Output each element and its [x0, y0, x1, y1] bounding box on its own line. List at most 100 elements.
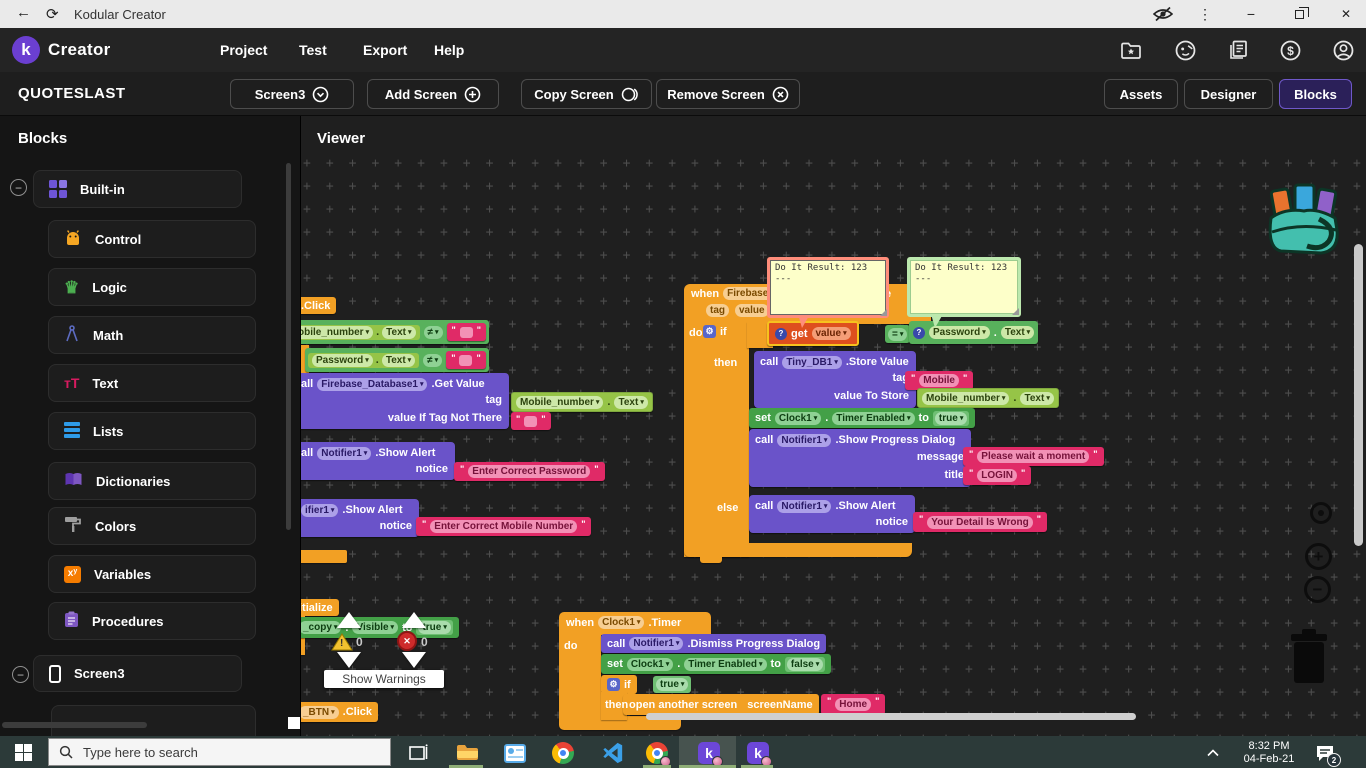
resize-grip[interactable]: [1012, 308, 1019, 315]
var-dropdown[interactable]: Mobile_number▾: [516, 396, 603, 409]
operator-dropdown[interactable]: ≠▾: [423, 354, 442, 367]
block-mobile-number-text[interactable]: Mobile_number▾ . Text▾: [917, 388, 1059, 408]
builtin-collapse-button[interactable]: −: [10, 179, 27, 196]
do-it-result-bubble-left[interactable]: Do It Result: 123 ---: [767, 257, 889, 318]
chrome-icon[interactable]: [551, 741, 575, 765]
block-open-another-screen[interactable]: open another screen screenName: [623, 694, 819, 715]
block-text-please-wait[interactable]: "Please wait a moment": [963, 447, 1104, 466]
block-compare-password[interactable]: Password▾ . Text▾ ≠▾ "": [305, 348, 489, 372]
sidebar-item-text[interactable]: тT Text: [48, 364, 256, 402]
menu-help[interactable]: Help: [434, 42, 464, 58]
block-dismiss-progress[interactable]: call Notifier1▾ .Dismiss Progress Dialog: [601, 634, 826, 653]
block-notifier-showalert-3[interactable]: call Notifier1▾ .Show Alert notice: [749, 495, 915, 533]
var-dropdown[interactable]: value▾: [812, 327, 851, 340]
var-dropdown[interactable]: _BTN▾: [300, 706, 339, 719]
var-dropdown[interactable]: Mobile_number▾: [922, 392, 1009, 405]
sidebar-item-lists[interactable]: Lists: [48, 412, 256, 450]
empty-string-block[interactable]: "": [446, 351, 486, 369]
community-icon[interactable]: [1173, 38, 1197, 62]
designer-button[interactable]: Designer: [1184, 79, 1273, 109]
block-password-text[interactable]: ? Password▾ . Text▾: [909, 321, 1038, 344]
minimize-button[interactable]: −: [1236, 0, 1266, 28]
sidebar-item-partial[interactable]: [51, 705, 256, 736]
var-dropdown[interactable]: Password▾: [312, 354, 373, 367]
arrow-up-icon[interactable]: [337, 612, 361, 628]
block-tinydb-storevalue[interactable]: call Tiny_DB1▾ .Store Value tag value To…: [754, 351, 916, 408]
component-dropdown[interactable]: Clock1▾: [627, 658, 673, 671]
text-value[interactable]: Enter Correct Password: [468, 465, 590, 478]
block-text-login[interactable]: "LOGIN": [963, 466, 1031, 485]
arrow-down-icon[interactable]: [337, 652, 361, 668]
component-dropdown[interactable]: Tiny_DB1▾: [782, 356, 841, 369]
kodular-app-icon-active[interactable]: k: [697, 741, 721, 765]
taskbar-search-input[interactable]: Type here to search: [48, 738, 391, 766]
prop-dropdown[interactable]: Text▾: [614, 396, 647, 409]
empty-text-socket[interactable]: [459, 355, 472, 366]
show-warnings-button[interactable]: Show Warnings: [324, 670, 444, 688]
empty-text-socket[interactable]: [524, 416, 537, 427]
prop-dropdown[interactable]: Text▾: [382, 354, 415, 367]
block-firebase-getvalue[interactable]: all Firebase_Database1▾ .Get Value tag v…: [300, 373, 509, 429]
start-button[interactable]: [11, 740, 35, 764]
error-circle-icon[interactable]: ✕: [397, 631, 417, 651]
eye-off-icon[interactable]: [1148, 0, 1178, 28]
block-set-visible-true[interactable]: _copy▾ . Visible▾ to true▾: [300, 617, 459, 638]
component-dropdown[interactable]: Clock1▾: [598, 616, 644, 629]
mail-app-icon[interactable]: [503, 741, 527, 765]
sidebar-item-dictionaries[interactable]: Dictionaries: [48, 462, 256, 500]
projects-folder-icon[interactable]: [1119, 38, 1143, 62]
notification-icon[interactable]: 2: [1313, 741, 1337, 765]
property-getter[interactable]: obile_number▾ . Text▾: [300, 325, 420, 340]
block-true-value[interactable]: true▾: [653, 676, 691, 693]
block-btn-click-partial[interactable]: _BTN▾ .Click: [300, 702, 378, 722]
screen-selector[interactable]: Screen3: [230, 79, 354, 109]
property-getter[interactable]: Password▾ . Text▾: [308, 353, 419, 368]
block-compare-mobile[interactable]: obile_number▾ . Text▾ ≠▾ "": [300, 320, 489, 344]
sidebar-vertical-scrollbar[interactable]: [286, 163, 291, 530]
block-click-partial[interactable]: .Click: [300, 297, 336, 314]
var-dropdown[interactable]: obile_number▾: [300, 326, 373, 339]
block-true-value[interactable]: true▾: [933, 411, 969, 426]
param-tag[interactable]: tag: [706, 304, 729, 317]
arrow-down-icon[interactable]: [402, 652, 426, 668]
blocks-button[interactable]: Blocks: [1279, 79, 1352, 109]
block-initialize-partial[interactable]: itialize: [300, 599, 339, 616]
sidebar-horizontal-scrollbar[interactable]: [2, 722, 147, 728]
operator-dropdown[interactable]: ≠▾: [424, 326, 443, 339]
screen3-collapse-button[interactable]: −: [12, 666, 29, 683]
back-icon[interactable]: ←: [16, 4, 31, 21]
prop-dropdown[interactable]: Text▾: [1020, 392, 1053, 405]
empty-text-socket[interactable]: [460, 327, 473, 338]
do-it-result-bubble-right[interactable]: Do It Result: 123 ---: [907, 257, 1021, 317]
resize-grip[interactable]: [880, 309, 887, 316]
help-icon[interactable]: ?: [775, 328, 787, 340]
viewer-vertical-scrollbar[interactable]: [1354, 244, 1363, 546]
sidebar-item-variables[interactable]: xy Variables: [48, 555, 256, 593]
mutator-gear-icon[interactable]: ⚙: [703, 325, 716, 338]
block-set-clock-timer-true[interactable]: set Clock1▾ . Timer Enabled▾ to true▾: [749, 408, 975, 428]
sidebar-item-math[interactable]: Math: [48, 316, 256, 354]
component-dropdown[interactable]: Notifier1▾: [629, 637, 683, 650]
sidebar-item-builtin[interactable]: Built-in: [33, 170, 242, 208]
docs-icon[interactable]: [1226, 38, 1250, 62]
component-dropdown[interactable]: Clock1▾: [775, 412, 821, 425]
block-set-clock-timer-false[interactable]: set Clock1▾ . Timer Enabled▾ to false▾: [601, 654, 831, 674]
account-icon[interactable]: [1331, 38, 1355, 62]
chrome-profile-icon[interactable]: [645, 741, 669, 765]
sidebar-item-colors[interactable]: Colors: [48, 507, 256, 545]
component-dropdown[interactable]: ifier1▾: [301, 504, 338, 517]
assets-button[interactable]: Assets: [1104, 79, 1178, 109]
prop-dropdown[interactable]: Text▾: [1001, 326, 1034, 339]
block-notifier-showalert-1[interactable]: all Notifier1▾ .Show Alert notice: [300, 442, 455, 480]
block-text-detail-wrong[interactable]: "Your Detail Is Wrong": [913, 512, 1047, 532]
if-block-header[interactable]: ⚙if: [703, 325, 727, 338]
block-notifier-progressdialog[interactable]: call Notifier1▾ .Show Progress Dialog me…: [749, 429, 971, 487]
component-dropdown[interactable]: Notifier1▾: [777, 500, 831, 513]
block-mobile-number-text[interactable]: Mobile_number▾ . Text▾: [511, 392, 653, 412]
param-value[interactable]: value: [735, 304, 769, 317]
block-when-clock-timer[interactable]: when Clock1▾ .Timer: [559, 612, 711, 635]
sidebar-item-screen3[interactable]: Screen3: [33, 655, 242, 692]
copy-screen-button[interactable]: Copy Screen: [521, 79, 652, 109]
block-get-value-selected[interactable]: ? get value▾: [767, 321, 859, 346]
block-text-enter-correct-mobile[interactable]: "Enter Correct Mobile Number": [416, 517, 591, 536]
